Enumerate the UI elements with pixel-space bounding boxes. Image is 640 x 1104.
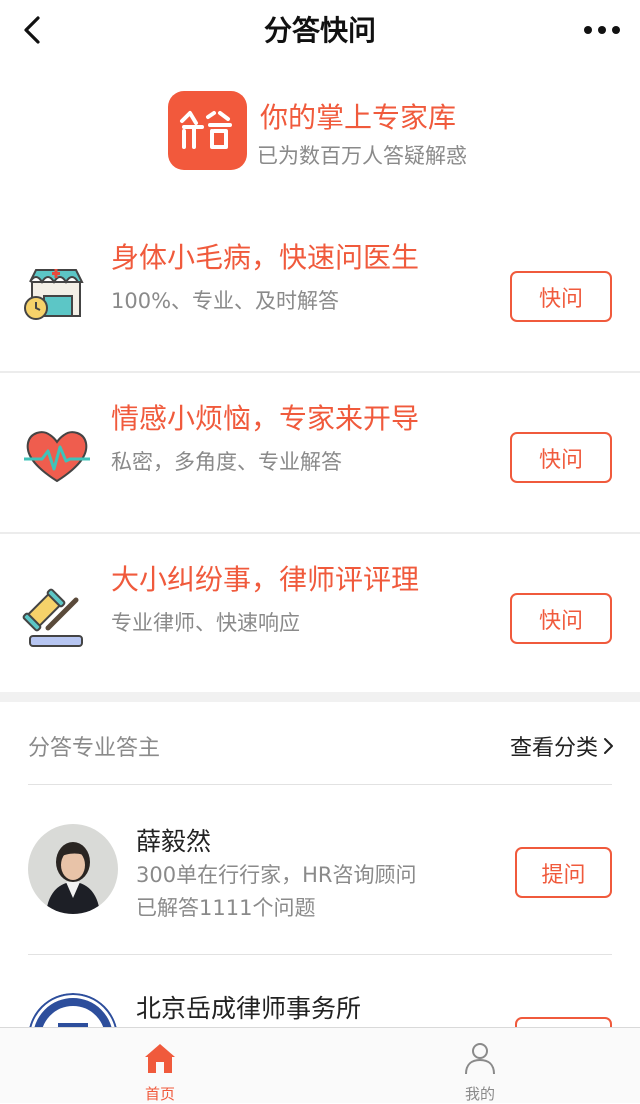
clinic-icon bbox=[22, 260, 92, 330]
section-gap bbox=[0, 692, 640, 702]
tab-label: 我的 bbox=[464, 1085, 495, 1103]
service-title: 情感小烦恼，专家来开导 bbox=[111, 402, 420, 435]
brand-title: 你的掌上专家库 bbox=[260, 101, 457, 134]
service-desc: 专业律师、快速响应 bbox=[111, 611, 300, 635]
more-button[interactable] bbox=[580, 17, 624, 43]
service-title: 身体小毛病，快速问医生 bbox=[111, 241, 420, 274]
service-desc: 100%、专业、及时解答 bbox=[111, 289, 340, 313]
service-card-emotion[interactable]: 情感小烦恼，专家来开导 私密，多角度、专业解答 快问 bbox=[0, 373, 640, 534]
expert-name: 北京岳成律师事务所 bbox=[136, 994, 362, 1023]
expert-card[interactable]: 北京岳成律师事务所 bbox=[0, 955, 640, 1027]
gavel-icon bbox=[22, 582, 92, 652]
avatar bbox=[28, 993, 118, 1027]
navigation-bar: 分答快问 bbox=[0, 0, 640, 62]
page-title: 分答快问 bbox=[263, 14, 376, 47]
tab-mine[interactable]: 我的 bbox=[400, 1028, 560, 1103]
more-dots-icon bbox=[584, 26, 620, 34]
ask-question-button[interactable] bbox=[515, 1017, 612, 1027]
expert-name: 薛毅然 bbox=[136, 827, 212, 856]
brand-subtitle: 已为数百万人答疑解惑 bbox=[257, 144, 467, 168]
service-title: 大小纠纷事，律师评评理 bbox=[111, 563, 420, 596]
view-categories-link[interactable]: 查看分类 bbox=[510, 730, 616, 762]
fenda-logo bbox=[168, 91, 247, 170]
back-button[interactable] bbox=[14, 12, 54, 52]
user-icon bbox=[465, 1043, 495, 1075]
view-categories-label: 查看分类 bbox=[509, 736, 598, 761]
heartbeat-icon bbox=[22, 421, 92, 491]
experts-section-header: 分答专业答主 查看分类 bbox=[0, 702, 640, 785]
expert-stats: 已解答1111个问题 bbox=[136, 896, 316, 920]
service-card-doctor[interactable]: 身体小毛病，快速问医生 100%、专业、及时解答 快问 bbox=[0, 212, 640, 373]
ask-question-button[interactable]: 提问 bbox=[515, 847, 612, 898]
section-title: 分答专业答主 bbox=[28, 736, 161, 761]
chevron-left-icon bbox=[24, 16, 40, 44]
fenda-logo-icon bbox=[180, 111, 232, 149]
expert-card[interactable]: 薛毅然 300单在行行家，HR咨询顾问 已解答1111个问题 提问 bbox=[0, 785, 640, 954]
expert-bio: 300单在行行家，HR咨询顾问 bbox=[136, 863, 417, 887]
home-icon bbox=[145, 1044, 175, 1073]
quick-ask-button[interactable]: 快问 bbox=[510, 432, 612, 483]
avatar bbox=[28, 824, 118, 914]
service-desc: 私密，多角度、专业解答 bbox=[111, 450, 342, 474]
tab-home[interactable]: 首页 bbox=[80, 1028, 240, 1103]
service-card-lawyer[interactable]: 大小纠纷事，律师评评理 专业律师、快速响应 快问 bbox=[0, 534, 640, 695]
tab-label: 首页 bbox=[144, 1085, 175, 1103]
quick-ask-button[interactable]: 快问 bbox=[510, 593, 612, 644]
tab-bar: 首页 我的 bbox=[0, 1027, 640, 1103]
chevron-right-icon bbox=[604, 738, 613, 754]
quick-ask-button[interactable]: 快问 bbox=[510, 271, 612, 322]
